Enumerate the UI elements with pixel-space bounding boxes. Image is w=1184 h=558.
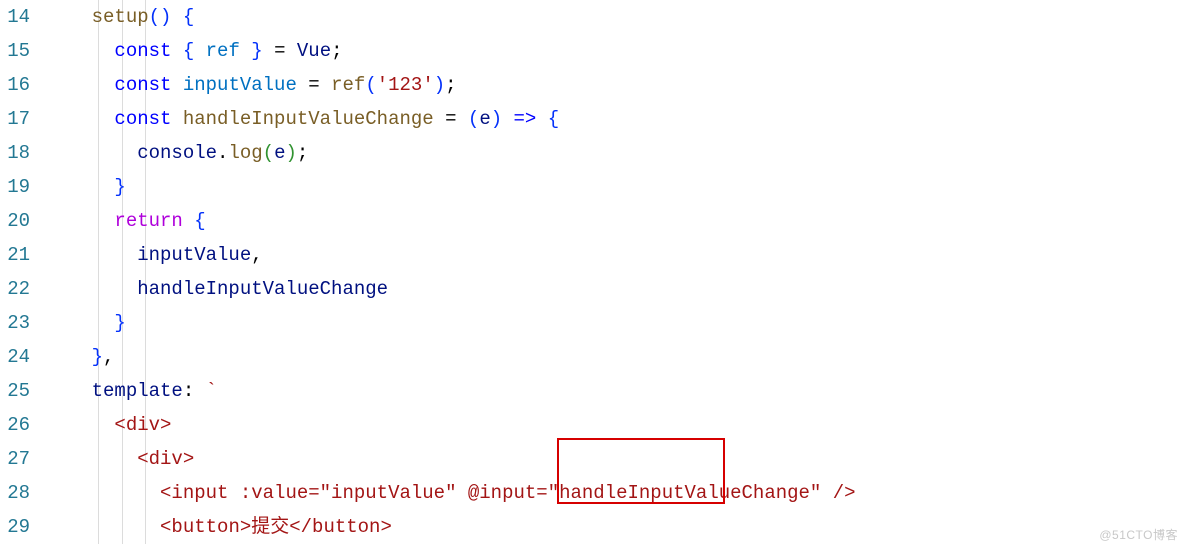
code-line[interactable]: <input :value="inputValue" @input="handl…: [46, 476, 1184, 510]
line-number: 19: [0, 170, 30, 204]
line-number: 29: [0, 510, 30, 544]
line-number: 24: [0, 340, 30, 374]
line-number: 21: [0, 238, 30, 272]
line-number: 25: [0, 374, 30, 408]
code-line[interactable]: return {: [46, 204, 1184, 238]
code-line[interactable]: const { ref } = Vue;: [46, 34, 1184, 68]
line-number: 28: [0, 476, 30, 510]
line-number: 27: [0, 442, 30, 476]
line-number: 18: [0, 136, 30, 170]
code-line[interactable]: <button>提交</button>: [46, 510, 1184, 544]
line-number: 16: [0, 68, 30, 102]
code-line[interactable]: inputValue,: [46, 238, 1184, 272]
code-line[interactable]: <div>: [46, 408, 1184, 442]
code-area[interactable]: setup() { const { ref } = Vue; const inp…: [46, 0, 1184, 544]
line-number: 17: [0, 102, 30, 136]
code-line[interactable]: <div>: [46, 442, 1184, 476]
line-number: 14: [0, 0, 30, 34]
code-line[interactable]: }: [46, 306, 1184, 340]
line-number: 23: [0, 306, 30, 340]
line-number: 26: [0, 408, 30, 442]
line-number: 15: [0, 34, 30, 68]
line-number: 20: [0, 204, 30, 238]
line-number-gutter: 14151617181920212223242526272829: [0, 0, 46, 544]
code-line[interactable]: handleInputValueChange: [46, 272, 1184, 306]
code-editor[interactable]: 14151617181920212223242526272829 setup()…: [0, 0, 1184, 544]
code-line[interactable]: template: `: [46, 374, 1184, 408]
code-line[interactable]: }: [46, 170, 1184, 204]
code-line[interactable]: setup() {: [46, 0, 1184, 34]
line-number: 22: [0, 272, 30, 306]
code-line[interactable]: console.log(e);: [46, 136, 1184, 170]
code-line[interactable]: },: [46, 340, 1184, 374]
code-line[interactable]: const handleInputValueChange = (e) => {: [46, 102, 1184, 136]
code-line[interactable]: const inputValue = ref('123');: [46, 68, 1184, 102]
watermark: @51CTO博客: [1099, 518, 1178, 552]
